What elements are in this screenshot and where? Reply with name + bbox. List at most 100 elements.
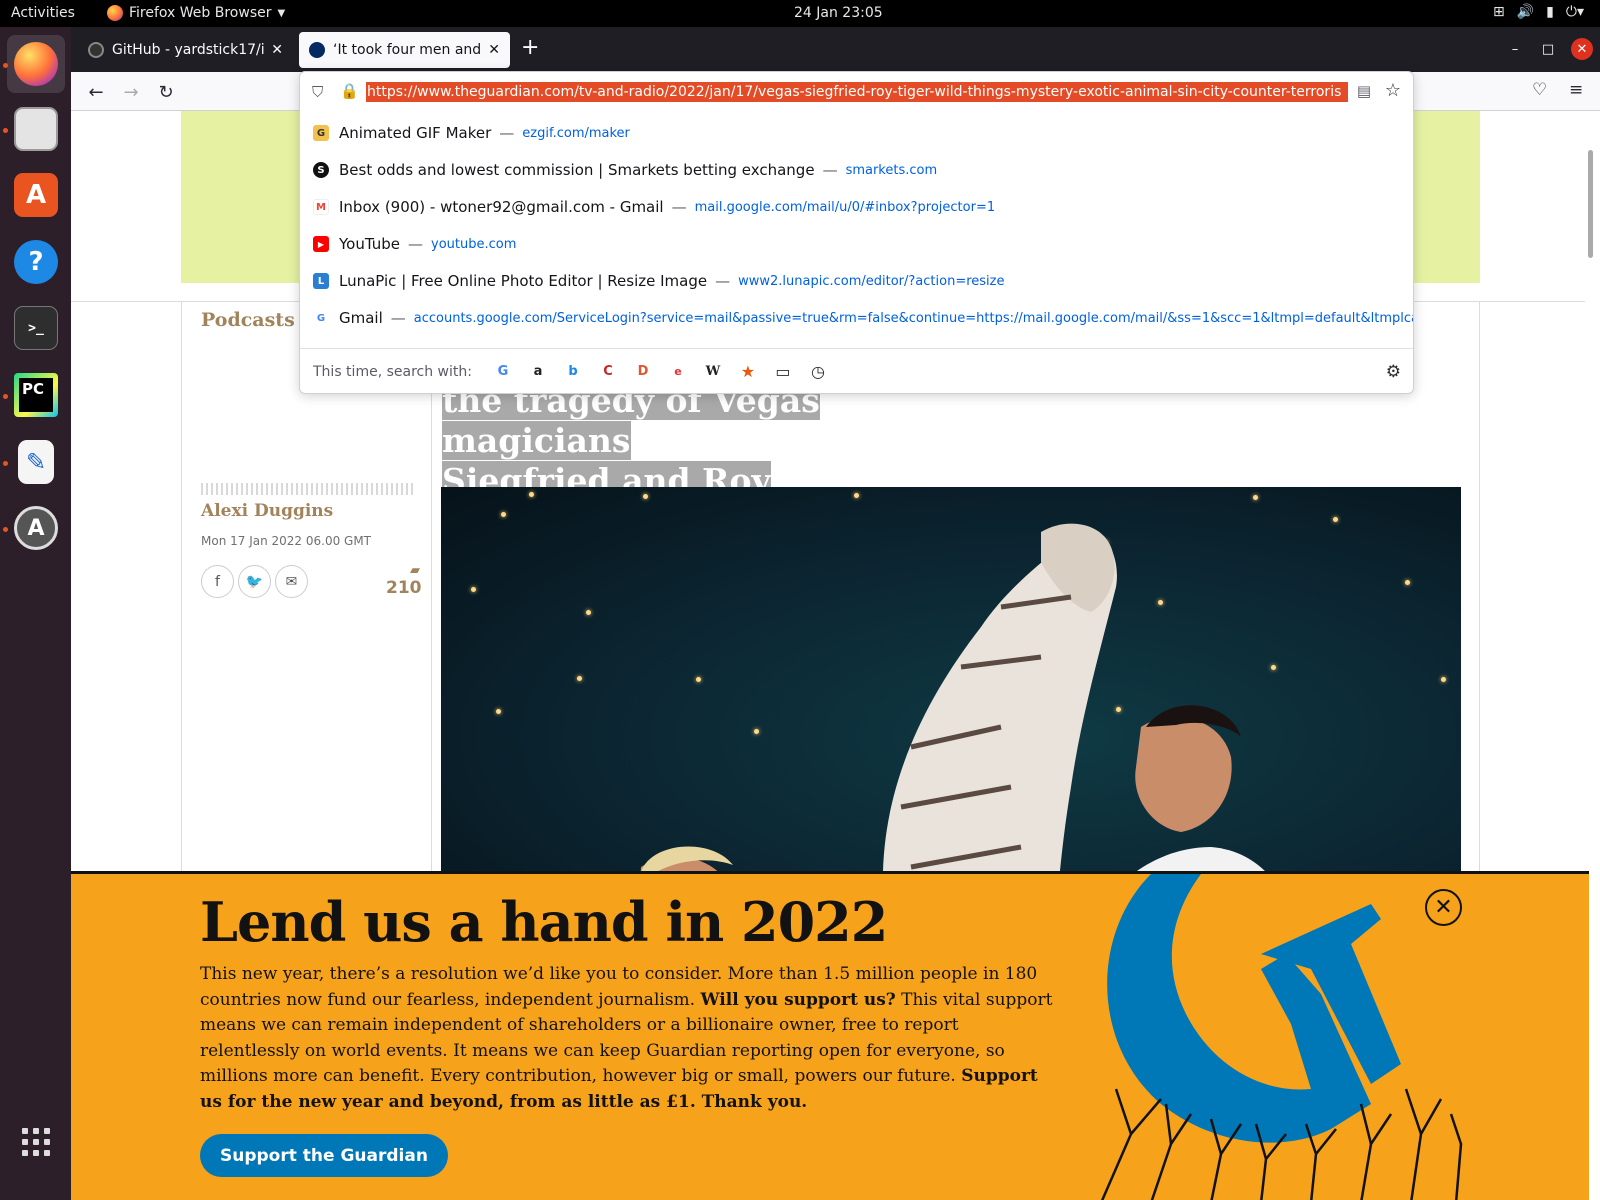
- maximize-button[interactable]: □: [1537, 38, 1559, 60]
- dock-software-updater[interactable]: A: [7, 499, 65, 557]
- comment-icon: ▰: [410, 563, 420, 578]
- history-icon[interactable]: ◷: [809, 362, 827, 381]
- running-indicator: [3, 527, 8, 532]
- suggestion-url: www2.lunapic.com/editor/?action=resize: [738, 273, 1005, 289]
- email-share-button[interactable]: ✉: [275, 565, 308, 598]
- dock: A ? >_ PC ✎ A: [0, 27, 71, 1200]
- lunapic-icon: L: [313, 273, 329, 289]
- mail-icon: ✉: [285, 573, 298, 590]
- show-applications-button[interactable]: [7, 1113, 65, 1171]
- chevron-down-icon: ▼: [277, 7, 286, 19]
- suggestion-title: Best odds and lowest commission | Smarke…: [339, 161, 815, 179]
- app-menu[interactable]: Firefox Web Browser ▼: [107, 5, 285, 21]
- support-banner: Lend us a hand in 2022 This new year, th…: [71, 871, 1589, 1200]
- gnome-top-bar: Activities Firefox Web Browser ▼ 24 Jan …: [0, 0, 1600, 27]
- running-indicator: [3, 63, 8, 68]
- suggestion-item[interactable]: M Inbox (900) - wtoner92@gmail.com - Gma…: [300, 189, 1413, 225]
- url-bar[interactable]: ⛉ 🔒 https://www.theguardian.com/tv-and-r…: [300, 72, 1413, 112]
- forward-button[interactable]: →: [118, 79, 144, 105]
- suggestion-url: ezgif.com/maker: [522, 125, 630, 141]
- close-window-button[interactable]: ✕: [1571, 38, 1593, 60]
- reload-button[interactable]: ↻: [153, 79, 179, 105]
- terminal-icon: >_: [14, 306, 58, 350]
- suggestion-title: Animated GIF Maker: [339, 124, 492, 142]
- new-tab-button[interactable]: +: [521, 35, 539, 60]
- publish-date: Mon 17 Jan 2022 06.00 GMT: [201, 534, 372, 548]
- section-link[interactable]: Podcasts: [201, 309, 295, 331]
- tab-guardian[interactable]: ‘It took four men and a fir ✕: [299, 32, 510, 68]
- smarkets-icon: S: [313, 162, 329, 178]
- dock-app-center[interactable]: A: [7, 166, 65, 224]
- tab-title: GitHub - yardstick17/imag: [112, 42, 265, 58]
- minimize-button[interactable]: –: [1504, 38, 1526, 60]
- wikipedia-icon[interactable]: W: [704, 363, 722, 381]
- tab-github[interactable]: GitHub - yardstick17/imag ✕: [78, 32, 293, 68]
- bing-icon[interactable]: b: [564, 363, 582, 381]
- support-the-guardian-button[interactable]: Support the Guardian: [200, 1134, 448, 1177]
- ebay-icon[interactable]: e: [669, 363, 687, 381]
- suggestion-item[interactable]: L LunaPic | Free Online Photo Editor | R…: [300, 263, 1413, 299]
- suggestion-item[interactable]: G Gmail — accounts.google.com/ServiceLog…: [300, 300, 1413, 336]
- url-dropdown: ⛉ 🔒 https://www.theguardian.com/tv-and-r…: [299, 71, 1414, 394]
- tracking-protection-icon[interactable]: ⛉: [312, 83, 323, 101]
- suggestion-url: accounts.google.com/ServiceLogin?service…: [413, 310, 1413, 326]
- suggestion-title: LunaPic | Free Online Photo Editor | Res…: [339, 272, 708, 290]
- pocket-icon[interactable]: ♡: [1532, 80, 1547, 100]
- chambers-icon[interactable]: C: [599, 363, 617, 381]
- software-updater-icon: A: [14, 506, 58, 550]
- one-off-search-bar: This time, search with: G a b C D e W ★ …: [300, 348, 1413, 394]
- dock-files[interactable]: [7, 100, 65, 158]
- guardian-g-illustration: [1100, 874, 1463, 1200]
- menu-icon[interactable]: ≡: [1569, 80, 1583, 100]
- comment-count[interactable]: ▰ 210: [386, 563, 422, 598]
- dock-text-editor[interactable]: ✎: [7, 433, 65, 491]
- firefox-icon: [14, 42, 58, 86]
- separator: —: [671, 198, 687, 216]
- close-tab-icon[interactable]: ✕: [488, 42, 500, 58]
- twitter-icon: 🐦: [245, 573, 264, 590]
- gmail-icon: M: [313, 199, 329, 215]
- separator: —: [822, 161, 838, 179]
- twitter-share-button[interactable]: 🐦: [238, 565, 271, 598]
- tab-bar: GitHub - yardstick17/imag ✕ ‘It took fou…: [71, 27, 1600, 72]
- pycharm-icon: PC: [14, 373, 58, 417]
- suggestion-title: Gmail: [339, 309, 383, 327]
- back-button[interactable]: ←: [83, 79, 109, 105]
- amazon-icon[interactable]: a: [529, 363, 547, 381]
- dock-help[interactable]: ?: [7, 233, 65, 291]
- dock-firefox[interactable]: [7, 35, 65, 93]
- tab-title: ‘It took four men and a fir: [333, 42, 482, 58]
- search-settings-gear-icon[interactable]: ⚙: [1386, 362, 1401, 382]
- app-center-icon: A: [14, 173, 58, 217]
- firefox-icon: [107, 5, 123, 21]
- duckduckgo-icon[interactable]: D: [634, 363, 652, 381]
- suggestion-item[interactable]: G Animated GIF Maker — ezgif.com/maker: [300, 115, 1413, 151]
- separator: —: [408, 235, 423, 253]
- facebook-share-button[interactable]: f: [201, 565, 234, 598]
- system-tray[interactable]: ⊞ 🔊 ▮ ⏻▾: [1493, 4, 1584, 20]
- page-scrollbar[interactable]: [1588, 150, 1593, 258]
- google-icon[interactable]: G: [494, 363, 512, 381]
- bookmark-star-icon[interactable]: ☆: [1385, 80, 1401, 101]
- banner-text-bold: Will you support us?: [700, 989, 896, 1010]
- url-input[interactable]: https://www.theguardian.com/tv-and-radio…: [366, 82, 1348, 102]
- search-with-label: This time, search with:: [313, 363, 472, 380]
- suggestion-item[interactable]: S Best odds and lowest commission | Smar…: [300, 152, 1413, 188]
- google-icon: G: [313, 310, 329, 326]
- lock-icon[interactable]: 🔒: [340, 82, 359, 100]
- activities-button[interactable]: Activities: [11, 5, 75, 21]
- dock-pycharm[interactable]: PC: [7, 366, 65, 424]
- reader-view-icon[interactable]: ▤: [1357, 82, 1371, 100]
- close-tab-icon[interactable]: ✕: [271, 42, 283, 58]
- suggestion-url: smarkets.com: [845, 162, 938, 178]
- clock[interactable]: 24 Jan 23:05: [794, 5, 883, 21]
- suggestion-item[interactable]: ▶ YouTube — youtube.com: [300, 226, 1413, 262]
- dock-terminal[interactable]: >_: [7, 299, 65, 357]
- tabs-icon[interactable]: ▭: [774, 362, 792, 381]
- running-indicator: [3, 128, 8, 133]
- bookmarks-icon[interactable]: ★: [739, 362, 757, 381]
- separator: —: [499, 124, 515, 142]
- running-indicator: [3, 394, 8, 399]
- suggestion-title: YouTube: [339, 235, 400, 253]
- author-link[interactable]: Alexi Duggins: [201, 501, 333, 521]
